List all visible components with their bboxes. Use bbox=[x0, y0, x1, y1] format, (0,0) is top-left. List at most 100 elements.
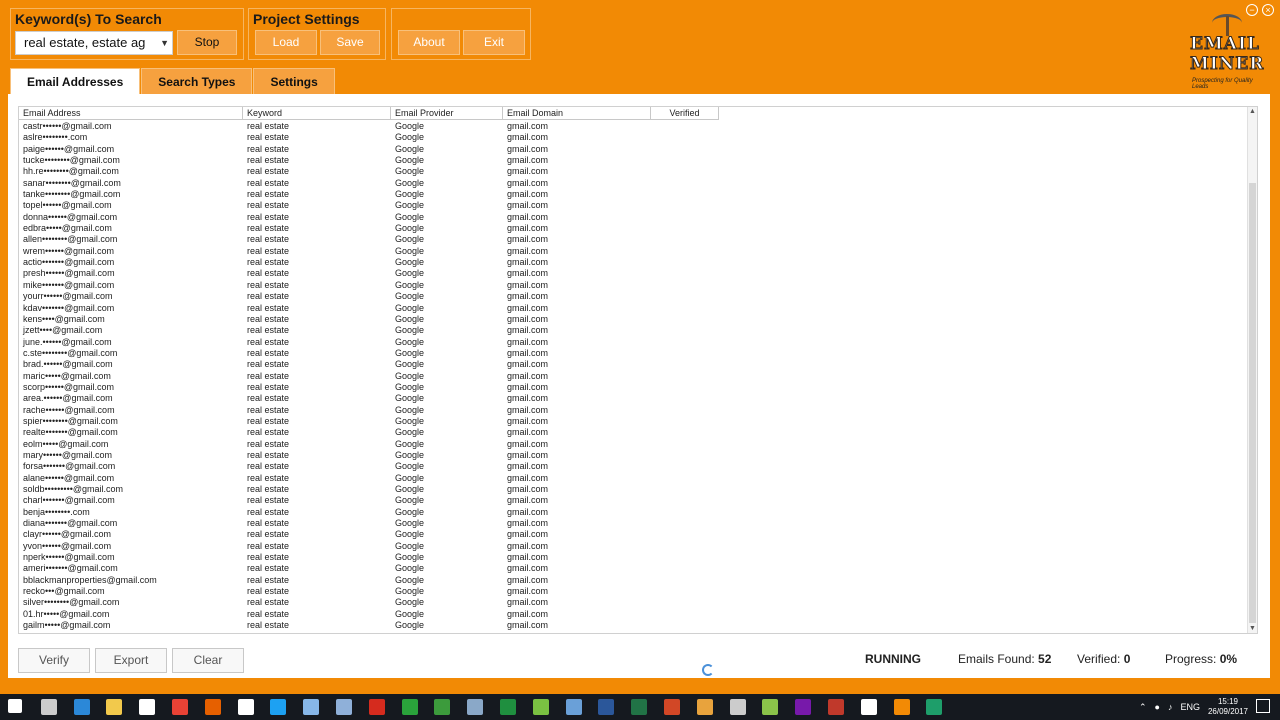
clock[interactable]: 15:19 26/09/2017 bbox=[1208, 697, 1248, 717]
table-row[interactable]: nperk••••••@gmail.com real estate Google gm… bbox=[19, 552, 719, 563]
stop-button[interactable]: Stop bbox=[177, 30, 237, 55]
table-row[interactable]: recko•••@gmail.com real estate Google gmail… bbox=[19, 586, 719, 597]
table-row[interactable]: forsa•••••••@gmail.com real estate Google g… bbox=[19, 461, 719, 472]
table-row[interactable]: edbra•••••@gmail.com real estate Google gma… bbox=[19, 223, 719, 234]
table-row[interactable]: rache••••••@gmail.com real estate Google gm… bbox=[19, 405, 719, 416]
table-row[interactable]: ameri•••••••@gmail.com real estate Google g… bbox=[19, 563, 719, 574]
twitter-icon[interactable] bbox=[270, 699, 287, 715]
table-row[interactable]: castr••••••@gmail.com real estate Google gm… bbox=[19, 121, 719, 132]
app-icon[interactable] bbox=[336, 699, 352, 715]
about-button[interactable]: About bbox=[398, 30, 460, 55]
notepad-icon[interactable] bbox=[237, 699, 254, 715]
table-row[interactable]: kdav•••••••@gmail.com real estate Google gm… bbox=[19, 303, 719, 314]
onenote-icon[interactable] bbox=[795, 699, 812, 715]
table-row[interactable]: yourr••••••@gmail.com real estate Google gm… bbox=[19, 291, 719, 302]
table-row[interactable]: aslre••••••••.com real estate Google gmail.… bbox=[19, 132, 719, 143]
app-icon[interactable] bbox=[467, 699, 484, 715]
language-indicator[interactable]: ENG bbox=[1180, 702, 1200, 712]
chrome-icon[interactable] bbox=[172, 699, 188, 715]
email-miner-icon[interactable] bbox=[893, 699, 910, 715]
scroll-thumb[interactable] bbox=[1249, 183, 1256, 623]
notifications-icon[interactable] bbox=[1256, 699, 1270, 713]
table-row[interactable]: 01.hr•••••@gmail.com real estate Google gma… bbox=[19, 609, 719, 620]
column-verified[interactable]: Verified bbox=[651, 107, 719, 120]
tab-search-types[interactable]: Search Types bbox=[141, 68, 253, 95]
table-row[interactable]: brad.••••••@gmail.com real estate Google gm… bbox=[19, 359, 719, 370]
keywords-dropdown[interactable]: real estate, estate ag ▼ bbox=[15, 31, 173, 55]
save-button[interactable]: Save bbox=[320, 30, 380, 55]
chevron-up-icon[interactable]: ⌃ bbox=[1139, 702, 1147, 713]
export-button[interactable]: Export bbox=[95, 648, 167, 673]
table-row[interactable]: kens••••@gmail.com real estate Google gmail… bbox=[19, 314, 719, 325]
table-row[interactable]: soldb•••••••••@gmail.com real estate Googl… bbox=[19, 484, 719, 495]
table-row[interactable]: allen••••••••@gmail.com real estate Google… bbox=[19, 234, 719, 245]
table-row[interactable]: scorp••••••@gmail.com real estate Google gm… bbox=[19, 382, 719, 393]
table-row[interactable]: charl•••••••@gmail.com real estate Google g… bbox=[19, 495, 719, 506]
scroll-down-icon[interactable]: ▼ bbox=[1249, 625, 1256, 632]
app-icon[interactable] bbox=[926, 699, 943, 715]
app-icon[interactable] bbox=[828, 699, 844, 715]
table-row[interactable]: maric•••••@gmail.com real estate Google gma… bbox=[19, 371, 719, 382]
app-icon[interactable] bbox=[434, 699, 451, 715]
powerpoint-icon[interactable] bbox=[664, 699, 680, 715]
column-keyword[interactable]: Keyword bbox=[243, 107, 391, 120]
column-email-provider[interactable]: Email Provider bbox=[391, 107, 503, 120]
excel-icon[interactable] bbox=[631, 699, 648, 715]
network-icon[interactable]: ● bbox=[1155, 702, 1160, 712]
file-explorer-icon[interactable] bbox=[106, 699, 123, 715]
app-icon[interactable] bbox=[532, 699, 549, 715]
table-row[interactable]: alane••••••@gmail.com real estate Google gm… bbox=[19, 473, 719, 484]
app-icon[interactable] bbox=[500, 699, 516, 715]
table-row[interactable]: june.••••••@gmail.com real estate Google gm… bbox=[19, 337, 719, 348]
tab-email-addresses[interactable]: Email Addresses bbox=[10, 68, 141, 95]
table-row[interactable]: wrem••••••@gmail.com real estate Google gma… bbox=[19, 246, 719, 257]
table-row[interactable]: presh••••••@gmail.com real estate Google gm… bbox=[19, 268, 719, 279]
app-icon[interactable] bbox=[401, 699, 418, 715]
column-email-domain[interactable]: Email Domain bbox=[503, 107, 651, 120]
exit-button[interactable]: Exit bbox=[463, 30, 525, 55]
app-icon[interactable] bbox=[696, 699, 713, 715]
windows-start-icon[interactable] bbox=[8, 699, 22, 713]
tab-settings[interactable]: Settings bbox=[253, 68, 335, 95]
table-row[interactable]: tanke••••••••@gmail.com real estate Google… bbox=[19, 189, 719, 200]
calculator-icon[interactable] bbox=[729, 699, 746, 715]
column-email-address[interactable]: Email Address bbox=[19, 107, 243, 120]
store-icon[interactable] bbox=[139, 699, 156, 715]
table-row[interactable]: sanar••••••••@gmail.com real estate Google… bbox=[19, 178, 719, 189]
table-row[interactable]: yvon••••••@gmail.com real estate Google gma… bbox=[19, 541, 719, 552]
table-row[interactable]: c.ste••••••••@gmail.com real estate Google… bbox=[19, 348, 719, 359]
firefox-icon[interactable] bbox=[204, 699, 221, 715]
table-row[interactable]: clayr••••••@gmail.com real estate Google gm… bbox=[19, 529, 719, 540]
table-row[interactable]: donna••••••@gmail.com real estate Google gm… bbox=[19, 212, 719, 223]
task-view-icon[interactable] bbox=[40, 699, 57, 715]
vertical-scrollbar[interactable]: ▲ ▼ bbox=[1247, 107, 1257, 633]
filezilla-icon[interactable] bbox=[368, 699, 385, 715]
table-row[interactable]: realte•••••••@gmail.com real estate Google… bbox=[19, 427, 719, 438]
edge-icon[interactable] bbox=[73, 699, 90, 715]
load-button[interactable]: Load bbox=[255, 30, 317, 55]
table-row[interactable]: bblackmanproperties@gmail.com real estate… bbox=[19, 575, 719, 586]
table-row[interactable]: eolm•••••@gmail.com real estate Google gmai… bbox=[19, 439, 719, 450]
table-row[interactable]: mike•••••••@gmail.com real estate Google gm… bbox=[19, 280, 719, 291]
table-row[interactable]: gailm•••••@gmail.com real estate Google gma… bbox=[19, 620, 719, 631]
volume-icon[interactable]: ♪ bbox=[1168, 702, 1173, 712]
table-row[interactable]: actio•••••••@gmail.com real estate Google g… bbox=[19, 257, 719, 268]
table-row[interactable]: tucke••••••••@gmail.com real estate Google… bbox=[19, 155, 719, 166]
table-row[interactable]: benja••••••••.com real estate Google gmail.… bbox=[19, 507, 719, 518]
table-row[interactable]: spier••••••••@gmail.com real estate Google… bbox=[19, 416, 719, 427]
table-row[interactable]: jzett••••@gmail.com real estate Google gmai… bbox=[19, 325, 719, 336]
verify-button[interactable]: Verify bbox=[18, 648, 90, 673]
table-row[interactable]: topel••••••@gmail.com real estate Google gm… bbox=[19, 200, 719, 211]
table-row[interactable]: hh.re••••••••@gmail.com real estate Google… bbox=[19, 166, 719, 177]
table-row[interactable]: silver••••••••@gmail.com real estate Googl… bbox=[19, 597, 719, 608]
mail-icon[interactable] bbox=[860, 699, 877, 715]
table-row[interactable]: paige••••••@gmail.com real estate Google gm… bbox=[19, 144, 719, 155]
word-icon[interactable] bbox=[598, 699, 615, 715]
chevron-down-icon[interactable]: ▼ bbox=[160, 32, 169, 54]
scroll-up-icon[interactable]: ▲ bbox=[1249, 108, 1256, 115]
app-icon[interactable] bbox=[565, 699, 582, 715]
table-row[interactable]: area.••••••@gmail.com real estate Google gm… bbox=[19, 393, 719, 404]
clear-button[interactable]: Clear bbox=[172, 648, 244, 673]
table-row[interactable]: diana•••••••@gmail.com real estate Google g… bbox=[19, 518, 719, 529]
app-icon[interactable] bbox=[303, 699, 320, 715]
